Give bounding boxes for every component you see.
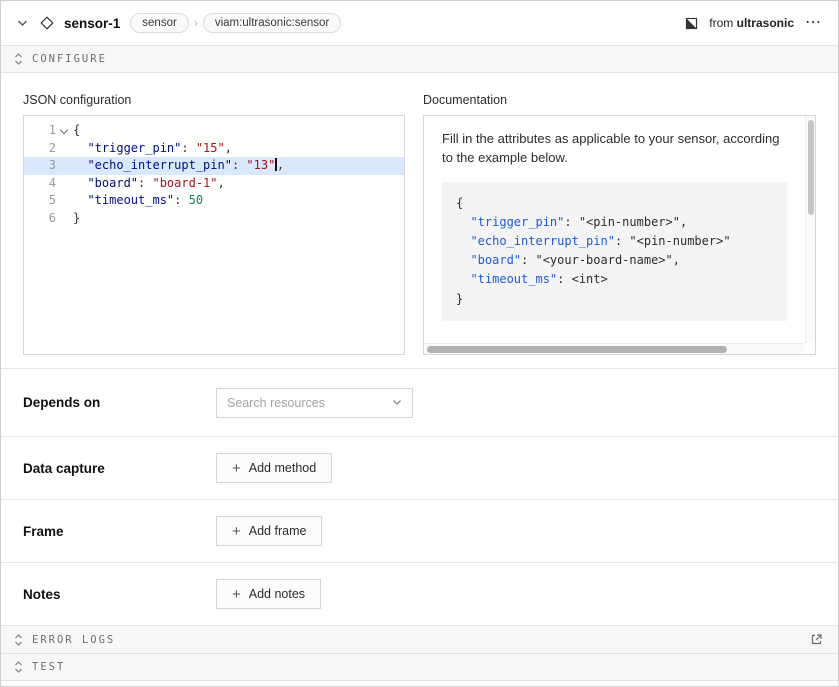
add-method-button-label: Add method bbox=[249, 461, 316, 475]
documentation-intro: Fill in the attributes as applicable to … bbox=[442, 130, 787, 168]
code-text[interactable]: "timeout_ms": 50 bbox=[73, 192, 203, 210]
documentation-column: Documentation Fill in the attributes as … bbox=[423, 93, 816, 355]
plus-icon: + bbox=[232, 461, 241, 476]
depends-on-select[interactable] bbox=[216, 388, 413, 418]
add-frame-button-label: Add frame bbox=[249, 524, 307, 538]
resource-name: sensor-1 bbox=[64, 16, 120, 31]
doc-code-line: "timeout_ms": <int> bbox=[456, 270, 773, 289]
from-module-label: from ultrasonic bbox=[709, 16, 794, 30]
code-line[interactable]: 4 "board": "board-1", bbox=[24, 175, 404, 193]
search-resources-input[interactable] bbox=[227, 396, 392, 410]
code-line[interactable]: 6} bbox=[24, 210, 404, 228]
json-editor[interactable]: 1{2 "trigger_pin": "15",3 "echo_interrup… bbox=[23, 115, 405, 355]
doc-code-block: { "trigger_pin": "<pin-number>", "echo_i… bbox=[442, 182, 787, 321]
notes-label: Notes bbox=[23, 587, 216, 602]
configure-section-label: CONFIGURE bbox=[32, 53, 107, 65]
resource-model-badge: viam:ultrasonic:sensor bbox=[203, 13, 341, 33]
plus-icon: + bbox=[232, 524, 241, 539]
code-line[interactable]: 5 "timeout_ms": 50 bbox=[24, 192, 404, 210]
from-prefix: from bbox=[709, 16, 733, 30]
sensor-diamond-icon bbox=[38, 14, 56, 32]
horizontal-scrollbar[interactable] bbox=[424, 343, 804, 354]
add-frame-button[interactable]: + Add frame bbox=[216, 516, 322, 546]
plus-icon: + bbox=[232, 587, 241, 602]
unfold-chevrons-icon bbox=[14, 660, 23, 674]
add-notes-button-label: Add notes bbox=[249, 587, 305, 601]
test-section-label: TEST bbox=[32, 661, 65, 673]
overflow-menu-button[interactable]: ⋯ bbox=[803, 15, 824, 31]
error-logs-section-label: ERROR LOGS bbox=[32, 634, 115, 646]
from-module-name: ultrasonic bbox=[737, 16, 794, 30]
fold-gutter bbox=[56, 210, 73, 228]
documentation-panel: Fill in the attributes as applicable to … bbox=[423, 115, 816, 355]
line-number: 4 bbox=[24, 175, 56, 193]
badge-chevron-icon: › bbox=[194, 16, 198, 30]
code-text[interactable]: } bbox=[73, 210, 80, 228]
add-notes-button[interactable]: + Add notes bbox=[216, 579, 321, 609]
horizontal-scrollbar-thumb[interactable] bbox=[427, 346, 727, 353]
frame-label: Frame bbox=[23, 524, 216, 539]
configure-section-bar[interactable]: CONFIGURE bbox=[1, 45, 838, 73]
configure-body: JSON configuration 1{2 "trigger_pin": "1… bbox=[1, 73, 838, 368]
error-logs-section-bar[interactable]: ERROR LOGS bbox=[1, 625, 838, 653]
add-method-button[interactable]: + Add method bbox=[216, 453, 332, 483]
unfold-chevrons-icon bbox=[14, 633, 23, 647]
open-in-new-icon[interactable] bbox=[808, 631, 825, 648]
doc-code-line: } bbox=[456, 290, 773, 309]
code-line[interactable]: 3 "echo_interrupt_pin": "13", bbox=[24, 157, 404, 175]
line-number: 3 bbox=[24, 157, 56, 175]
collapse-chevron-icon[interactable] bbox=[15, 17, 30, 29]
documentation-content: Fill in the attributes as applicable to … bbox=[424, 116, 815, 335]
line-number: 2 bbox=[24, 140, 56, 158]
fold-gutter bbox=[56, 157, 73, 175]
notes-row: Notes + Add notes bbox=[1, 562, 838, 625]
doc-code-line: { bbox=[456, 194, 773, 213]
line-number: 1 bbox=[24, 122, 56, 140]
select-chevron-down-icon bbox=[392, 399, 402, 406]
frame-row: Frame + Add frame bbox=[1, 499, 838, 562]
doc-code-line: "trigger_pin": "<pin-number>", bbox=[456, 213, 773, 232]
resource-type-badge: sensor bbox=[130, 13, 189, 33]
fold-gutter bbox=[56, 140, 73, 158]
code-text[interactable]: "echo_interrupt_pin": "13", bbox=[73, 157, 284, 175]
fold-gutter bbox=[56, 175, 73, 193]
unfold-chevrons-icon bbox=[14, 52, 23, 66]
code-line[interactable]: 1{ bbox=[24, 122, 404, 140]
test-section-bar[interactable]: TEST bbox=[1, 653, 838, 681]
header-right: from ultrasonic ⋯ bbox=[683, 15, 824, 32]
vertical-scrollbar[interactable] bbox=[805, 116, 815, 343]
card-header: sensor-1 sensor › viam:ultrasonic:sensor… bbox=[1, 1, 838, 45]
doc-code-line: "board": "<your-board-name>", bbox=[456, 251, 773, 270]
json-config-label: JSON configuration bbox=[23, 93, 405, 107]
vertical-scrollbar-thumb[interactable] bbox=[808, 120, 814, 215]
documentation-label: Documentation bbox=[423, 93, 816, 107]
code-text[interactable]: "trigger_pin": "15", bbox=[73, 140, 232, 158]
json-config-column: JSON configuration 1{2 "trigger_pin": "1… bbox=[23, 93, 405, 355]
code-line[interactable]: 2 "trigger_pin": "15", bbox=[24, 140, 404, 158]
fold-gutter bbox=[56, 192, 73, 210]
resource-card: sensor-1 sensor › viam:ultrasonic:sensor… bbox=[0, 0, 839, 687]
module-icon bbox=[683, 15, 700, 32]
data-capture-label: Data capture bbox=[23, 461, 216, 476]
code-text[interactable]: { bbox=[73, 122, 80, 140]
doc-code-line: "echo_interrupt_pin": "<pin-number>" bbox=[456, 232, 773, 251]
depends-on-label: Depends on bbox=[23, 395, 216, 410]
fold-chevron-icon[interactable] bbox=[56, 122, 73, 140]
data-capture-row: Data capture + Add method bbox=[1, 436, 838, 499]
depends-on-row: Depends on bbox=[1, 368, 838, 436]
line-number: 5 bbox=[24, 192, 56, 210]
code-text[interactable]: "board": "board-1", bbox=[73, 175, 225, 193]
line-number: 6 bbox=[24, 210, 56, 228]
